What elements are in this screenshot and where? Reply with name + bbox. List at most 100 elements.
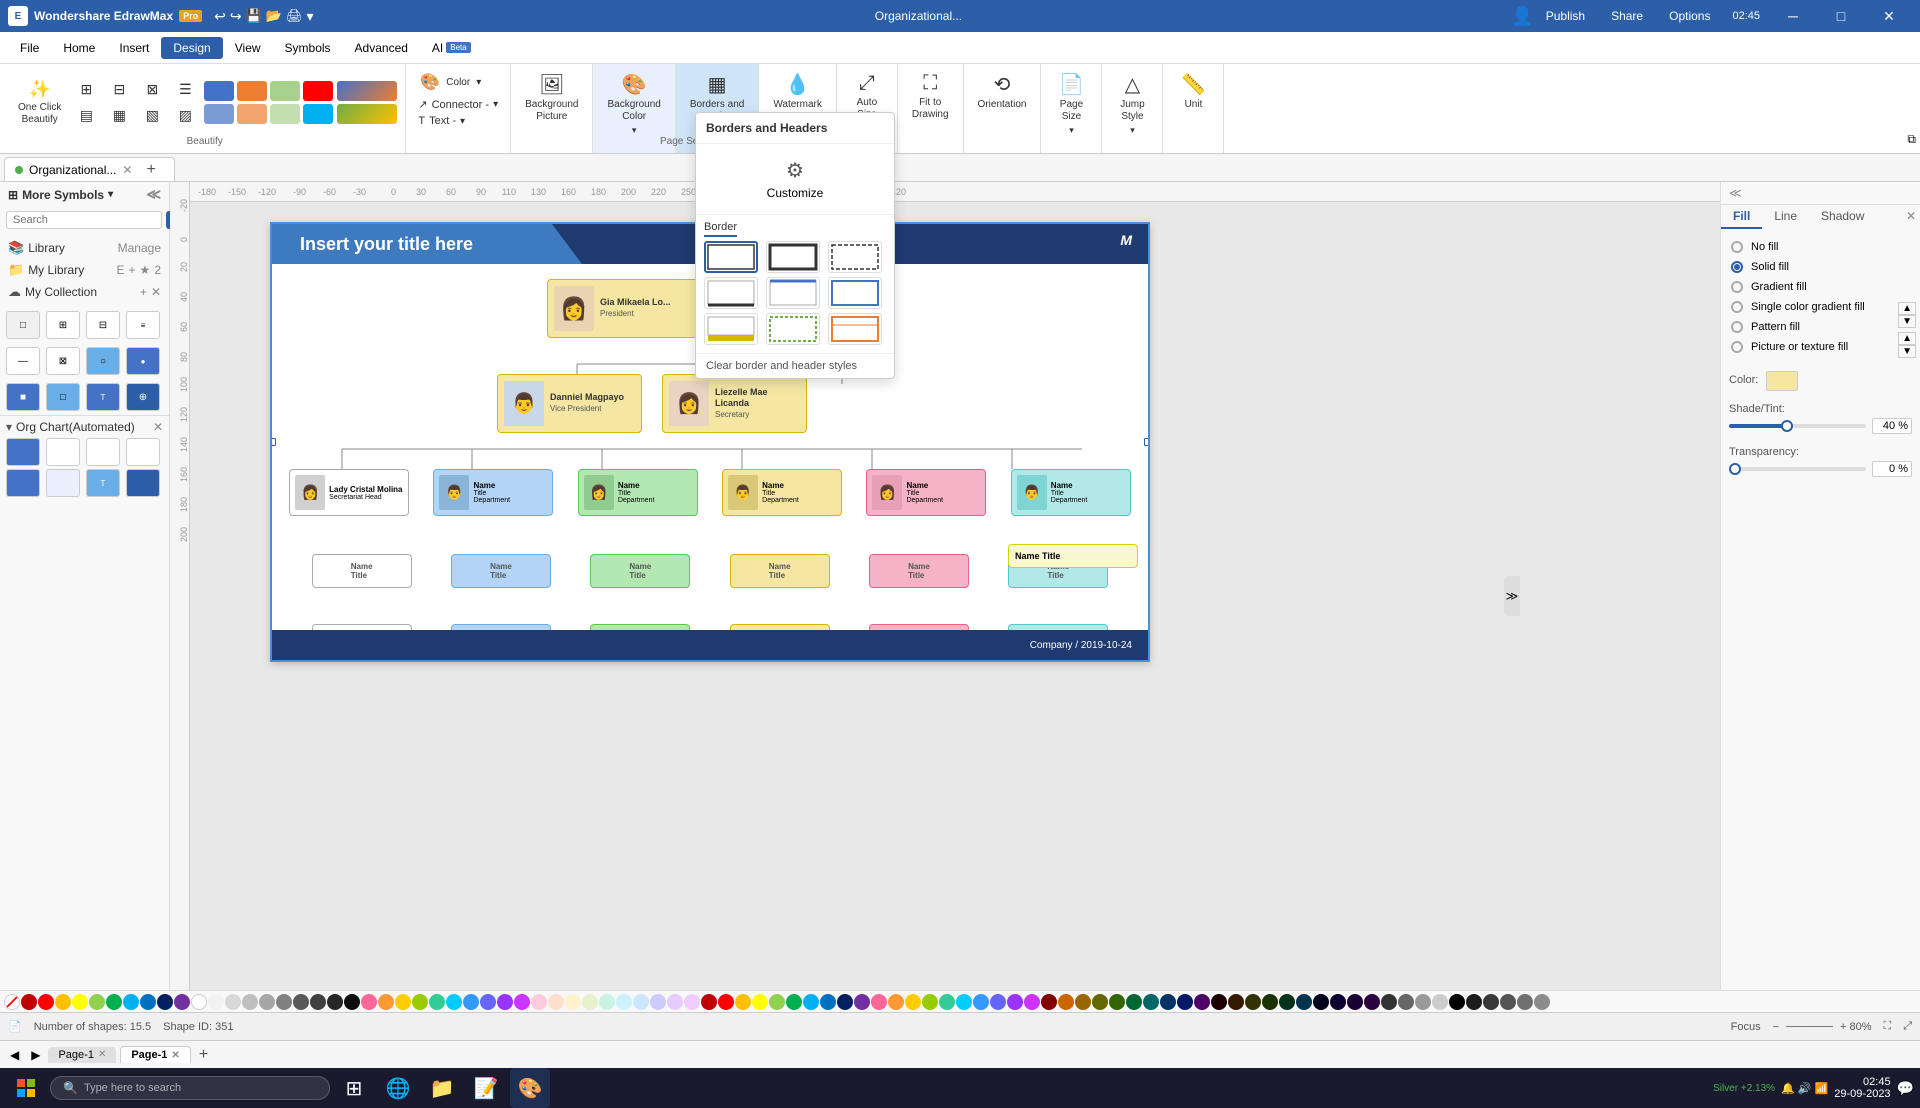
color-scheme-2[interactable]	[237, 81, 267, 101]
page-tab-2[interactable]: Page-1 ✕	[120, 1046, 190, 1063]
color-dot-0[interactable]	[21, 994, 37, 1010]
pattern-fill-radio[interactable]	[1731, 321, 1743, 333]
more-btn[interactable]: ▾	[307, 8, 314, 25]
color-scheme-7[interactable]	[270, 104, 300, 124]
color-dot-16[interactable]	[293, 994, 309, 1010]
clear-border-styles-btn[interactable]: Clear border and header styles	[696, 353, 894, 378]
color-dot-9[interactable]	[174, 994, 190, 1010]
color-dot-53[interactable]	[922, 994, 938, 1010]
color-dot-60[interactable]	[1041, 994, 1057, 1010]
taskbar-word-btn[interactable]: 📝	[466, 1068, 506, 1108]
trans-down-btn[interactable]: ▼	[1898, 345, 1916, 358]
color-dot-46[interactable]	[803, 994, 819, 1010]
color-dot-40[interactable]	[701, 994, 717, 1010]
color-dot-33[interactable]	[582, 994, 598, 1010]
taskbar-edge-btn[interactable]: 🌐	[378, 1068, 418, 1108]
page-tab-1[interactable]: Page-1 ✕	[48, 1047, 116, 1063]
border-style-1[interactable]	[704, 241, 758, 273]
shape-10[interactable]: □	[46, 383, 80, 411]
taskbar-edraw-btn[interactable]: 🎨	[510, 1068, 550, 1108]
orientation-btn[interactable]: ⟲ Orientation	[972, 68, 1033, 115]
page-tab-add-btn[interactable]: +	[195, 1046, 212, 1064]
transparency-input[interactable]	[1872, 461, 1912, 477]
shape-7[interactable]: ○	[86, 347, 120, 375]
dept-node-3[interactable]: 👩 Name Title Department	[578, 469, 698, 516]
shape-8[interactable]: ●	[126, 347, 160, 375]
menu-ai[interactable]: AI Beta	[420, 37, 483, 59]
color-dot-1[interactable]	[38, 994, 54, 1010]
theme-1[interactable]	[337, 81, 397, 101]
gradient-fill-radio[interactable]	[1731, 281, 1743, 293]
gradient-fill-option[interactable]: Gradient fill	[1729, 277, 1912, 297]
border-style-7[interactable]	[704, 313, 758, 345]
right-panel-collapse-icon[interactable]: ≪	[1729, 186, 1742, 200]
connector-dropdown[interactable]: ▾	[493, 99, 498, 110]
color-dot-20[interactable]	[361, 994, 377, 1010]
pattern-fill-option[interactable]: Pattern fill	[1729, 317, 1912, 337]
print-btn[interactable]: 🖨	[286, 8, 303, 25]
tab-fill[interactable]: Fill	[1721, 205, 1762, 229]
color-dot-81[interactable]	[1398, 994, 1414, 1010]
color-dot-74[interactable]	[1279, 994, 1295, 1010]
color-dot-66[interactable]	[1143, 994, 1159, 1010]
tab-close-btn[interactable]: ✕	[122, 163, 132, 177]
sub-node-5[interactable]: NameTitle	[869, 554, 969, 588]
page-setup-expand[interactable]: ⧉	[1907, 132, 1916, 147]
taskbar-search-input[interactable]	[84, 1082, 284, 1094]
zoom-in-btn[interactable]: +	[1840, 1021, 1846, 1033]
shape-4[interactable]: ≡	[126, 311, 160, 339]
border-style-9[interactable]	[828, 313, 882, 345]
close-collection-icon[interactable]: ✕	[151, 285, 161, 299]
connector-btn[interactable]: ↗ Connector - ▾	[414, 96, 502, 113]
expand-icon[interactable]: E	[117, 263, 125, 277]
color-dot-87[interactable]	[1500, 994, 1516, 1010]
shape-2[interactable]: ⊞	[46, 311, 80, 339]
transparency-thumb[interactable]	[1729, 463, 1741, 475]
color-btn[interactable]: 🎨 Color ▾	[414, 68, 502, 96]
star-icon[interactable]: ★	[140, 263, 151, 277]
border-style-5[interactable]	[766, 277, 820, 309]
my-library-item[interactable]: 📁 My Library E + ★ 2	[6, 259, 163, 281]
dept-node-4[interactable]: 👨 Name Title Department	[722, 469, 842, 516]
color-dot-45[interactable]	[786, 994, 802, 1010]
shade-down-btn[interactable]: ▼	[1898, 315, 1916, 328]
page-tab-1-close[interactable]: ✕	[98, 1049, 106, 1060]
color-dot-70[interactable]	[1211, 994, 1227, 1010]
maximize-btn[interactable]: □	[1818, 0, 1864, 32]
color-dot-80[interactable]	[1381, 994, 1397, 1010]
color-dot-3[interactable]	[72, 994, 88, 1010]
org-shape-4[interactable]	[126, 438, 160, 466]
color-dot-34[interactable]	[599, 994, 615, 1010]
sub-node-4[interactable]: NameTitle	[730, 554, 830, 588]
text-btn[interactable]: T Text - ▾	[414, 113, 502, 129]
org-shape-8[interactable]	[126, 469, 160, 497]
border-style-2[interactable]	[766, 241, 820, 273]
save-btn[interactable]: 💾	[246, 8, 262, 25]
color-dot-31[interactable]	[548, 994, 564, 1010]
search-input[interactable]	[6, 211, 162, 229]
share-button[interactable]: Share	[1599, 0, 1655, 32]
color-dot-15[interactable]	[276, 994, 292, 1010]
color-dropdown[interactable]: ▾	[476, 77, 481, 88]
color-dot-21[interactable]	[378, 994, 394, 1010]
color-dot-29[interactable]	[514, 994, 530, 1010]
close-btn[interactable]: ✕	[1866, 0, 1912, 32]
color-dot-37[interactable]	[650, 994, 666, 1010]
color-dot-82[interactable]	[1415, 994, 1431, 1010]
tab-add-btn[interactable]: +	[138, 161, 163, 179]
menu-advanced[interactable]: Advanced	[343, 37, 420, 59]
color-dot-38[interactable]	[667, 994, 683, 1010]
options-button[interactable]: Options	[1657, 0, 1722, 32]
menu-design[interactable]: Design	[161, 37, 222, 59]
color-dot-18[interactable]	[327, 994, 343, 1010]
color-dot-49[interactable]	[854, 994, 870, 1010]
org-panel-header[interactable]: ▾ Org Chart(Automated) ✕	[6, 420, 163, 434]
style-btn-4[interactable]: ▨	[170, 104, 200, 127]
color-dot-48[interactable]	[837, 994, 853, 1010]
shape-5[interactable]: —	[6, 347, 40, 375]
color-dot-57[interactable]	[990, 994, 1006, 1010]
page-nav-left[interactable]: ◀	[6, 1048, 23, 1062]
color-dot-64[interactable]	[1109, 994, 1125, 1010]
color-scheme-5[interactable]	[204, 104, 234, 124]
page-size-dropdown[interactable]: ▾	[1069, 125, 1074, 136]
